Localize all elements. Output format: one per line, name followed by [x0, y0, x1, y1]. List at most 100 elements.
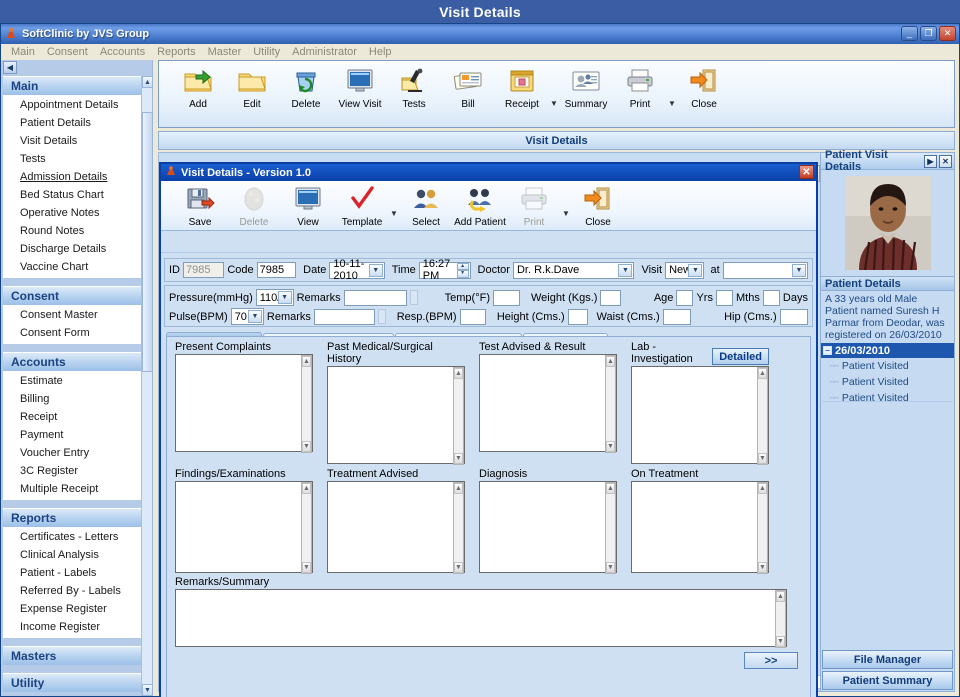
- scroll-down-icon[interactable]: ▼: [758, 562, 767, 573]
- scroll-up-icon[interactable]: ▲: [142, 76, 153, 88]
- minimize-button[interactable]: _: [901, 26, 918, 41]
- sidebar-item-estimate[interactable]: Estimate: [3, 372, 141, 390]
- scroll-up-icon[interactable]: ▲: [454, 368, 463, 379]
- menu-help[interactable]: Help: [363, 46, 398, 58]
- scroll-up-icon[interactable]: ▲: [758, 483, 767, 494]
- pressure-field[interactable]: 110/84 ▼: [256, 289, 294, 306]
- dialog-close-button[interactable]: ✕: [799, 165, 814, 179]
- scroll-up-icon[interactable]: ▲: [758, 368, 767, 379]
- doctor-field[interactable]: Dr. R.k.Dave ▼: [513, 262, 635, 279]
- chevron-down-icon[interactable]: ▼: [688, 264, 702, 277]
- toolbar-button-summary[interactable]: Summary: [559, 65, 613, 110]
- sidebar-group-accounts[interactable]: Accounts: [3, 352, 141, 371]
- scroll-down-icon[interactable]: ▼: [776, 636, 785, 647]
- scroll-down-icon[interactable]: ▼: [302, 441, 311, 452]
- sidebar-item-discharge-details[interactable]: Discharge Details: [3, 240, 141, 258]
- patient-summary-button[interactable]: Patient Summary: [822, 671, 953, 690]
- menu-consent[interactable]: Consent: [41, 46, 94, 58]
- dialog-toolbar-button-view[interactable]: View: [281, 183, 335, 228]
- chevron-down-icon[interactable]: ▼: [278, 291, 292, 304]
- chevron-down-icon[interactable]: ▼: [618, 264, 632, 277]
- memo-field[interactable]: ▲▼: [631, 366, 769, 464]
- sidebar-item-bed-status-chart[interactable]: Bed Status Chart: [3, 186, 141, 204]
- scroll-up-icon[interactable]: ▲: [776, 591, 785, 602]
- chevron-down-icon[interactable]: ▼: [248, 310, 262, 323]
- dialog-toolbar-dropdown-caret-icon[interactable]: ▼: [561, 209, 571, 218]
- memo-scrollbar[interactable]: ▲▼: [757, 482, 768, 574]
- sidebar-item-patient-details[interactable]: Patient Details: [3, 114, 141, 132]
- sidebar-item-receipt[interactable]: Receipt: [3, 408, 141, 426]
- date-field[interactable]: 10-11-2010 ▼: [329, 262, 384, 279]
- sidebar-item-clinical-analysis[interactable]: Clinical Analysis: [3, 546, 141, 564]
- sidebar-item-consent-form[interactable]: Consent Form: [3, 324, 141, 342]
- time-spinner[interactable]: ▲▼: [457, 263, 469, 278]
- memo-scrollbar[interactable]: ▲▼: [605, 355, 616, 453]
- toolbar-button-close[interactable]: Close: [677, 65, 731, 110]
- sidebar-item-patient-labels[interactable]: Patient - Labels: [3, 564, 141, 582]
- memo-scrollbar[interactable]: ▲▼: [301, 482, 312, 574]
- pressure-remarks-spinner[interactable]: [410, 290, 418, 305]
- dialog-toolbar-button-add-patient[interactable]: Add Patient: [453, 183, 507, 228]
- tree-collapse-icon[interactable]: −: [823, 346, 832, 355]
- sidebar-item-certificates-letters[interactable]: Certificates - Letters: [3, 528, 141, 546]
- visit-type-field[interactable]: New ▼: [665, 262, 704, 279]
- menu-main[interactable]: Main: [5, 46, 41, 58]
- next-button[interactable]: >>: [744, 652, 798, 669]
- menu-utility[interactable]: Utility: [247, 46, 286, 58]
- sidebar-item-tests[interactable]: Tests: [3, 150, 141, 168]
- toolbar-button-view-visit[interactable]: View Visit: [333, 65, 387, 110]
- memo-field[interactable]: ▲▼: [175, 481, 313, 573]
- pulse-remarks-spinner[interactable]: [378, 309, 385, 324]
- hip-field[interactable]: [780, 309, 808, 325]
- memo-field[interactable]: ▲▼: [479, 354, 617, 452]
- patient-visit-tree-item[interactable]: ┄┄Patient Visited: [821, 374, 954, 390]
- menu-administrator[interactable]: Administrator: [286, 46, 363, 58]
- sidebar-item-visit-details[interactable]: Visit Details: [3, 132, 141, 150]
- toolbar-button-receipt[interactable]: Receipt: [495, 65, 549, 110]
- scroll-up-icon[interactable]: ▲: [302, 356, 311, 367]
- menu-reports[interactable]: Reports: [151, 46, 202, 58]
- dialog-toolbar-button-select[interactable]: Select: [399, 183, 453, 228]
- sidebar-item-vaccine-chart[interactable]: Vaccine Chart: [3, 258, 141, 276]
- scroll-down-icon[interactable]: ▼: [606, 441, 615, 452]
- panel-expand-icon[interactable]: ▶: [924, 155, 937, 168]
- temp-field[interactable]: [493, 290, 520, 306]
- scroll-down-icon[interactable]: ▼: [302, 562, 311, 573]
- toolbar-button-bill[interactable]: Bill: [441, 65, 495, 110]
- chevron-down-icon[interactable]: ▼: [369, 264, 383, 277]
- restore-button[interactable]: ❐: [920, 26, 937, 41]
- sidebar-item-consent-master[interactable]: Consent Master: [3, 306, 141, 324]
- memo-field[interactable]: ▲▼: [327, 366, 465, 464]
- sidebar-item-3c-register[interactable]: 3C Register: [3, 462, 141, 480]
- spin-down-icon[interactable]: ▼: [457, 270, 469, 278]
- pulse-field[interactable]: 70 ▼: [231, 308, 264, 325]
- scroll-up-icon[interactable]: ▲: [606, 483, 615, 494]
- sidebar-item-expense-register[interactable]: Expense Register: [3, 600, 141, 618]
- weight-field[interactable]: [600, 290, 620, 306]
- resp-field[interactable]: [460, 309, 486, 325]
- sidebar-scroll-thumb[interactable]: [142, 112, 153, 372]
- chevron-down-icon[interactable]: ▼: [792, 264, 806, 277]
- memo-scrollbar[interactable]: ▲▼: [301, 355, 312, 453]
- memo-field[interactable]: ▲▼: [175, 354, 313, 452]
- time-field[interactable]: 16:27 PM ▲▼: [419, 262, 471, 279]
- dialog-toolbar-dropdown-caret-icon[interactable]: ▼: [389, 209, 399, 218]
- age-days-field[interactable]: [763, 290, 780, 306]
- sidebar-group-masters[interactable]: Masters: [3, 646, 141, 665]
- spin-up-icon[interactable]: ▲: [457, 263, 469, 271]
- sidebar-collapse-button[interactable]: ◀: [3, 61, 17, 74]
- scroll-down-icon[interactable]: ▼: [454, 453, 463, 464]
- close-button[interactable]: ✕: [939, 26, 956, 41]
- memo-field[interactable]: ▲▼: [631, 481, 769, 573]
- age-months-field[interactable]: [716, 290, 733, 306]
- sidebar-item-payment[interactable]: Payment: [3, 426, 141, 444]
- memo-scrollbar[interactable]: ▲▼: [757, 367, 768, 465]
- dialog-toolbar-button-template[interactable]: Template: [335, 183, 389, 228]
- scroll-down-icon[interactable]: ▼: [142, 684, 153, 696]
- sidebar-group-consent[interactable]: Consent: [3, 286, 141, 305]
- dialog-toolbar-button-save[interactable]: Save: [173, 183, 227, 228]
- toolbar-button-edit[interactable]: Edit: [225, 65, 279, 110]
- dialog-toolbar-button-close[interactable]: Close: [571, 183, 625, 228]
- sidebar-item-income-register[interactable]: Income Register: [3, 618, 141, 636]
- sidebar-scrollbar[interactable]: ▲ ▼: [141, 76, 152, 696]
